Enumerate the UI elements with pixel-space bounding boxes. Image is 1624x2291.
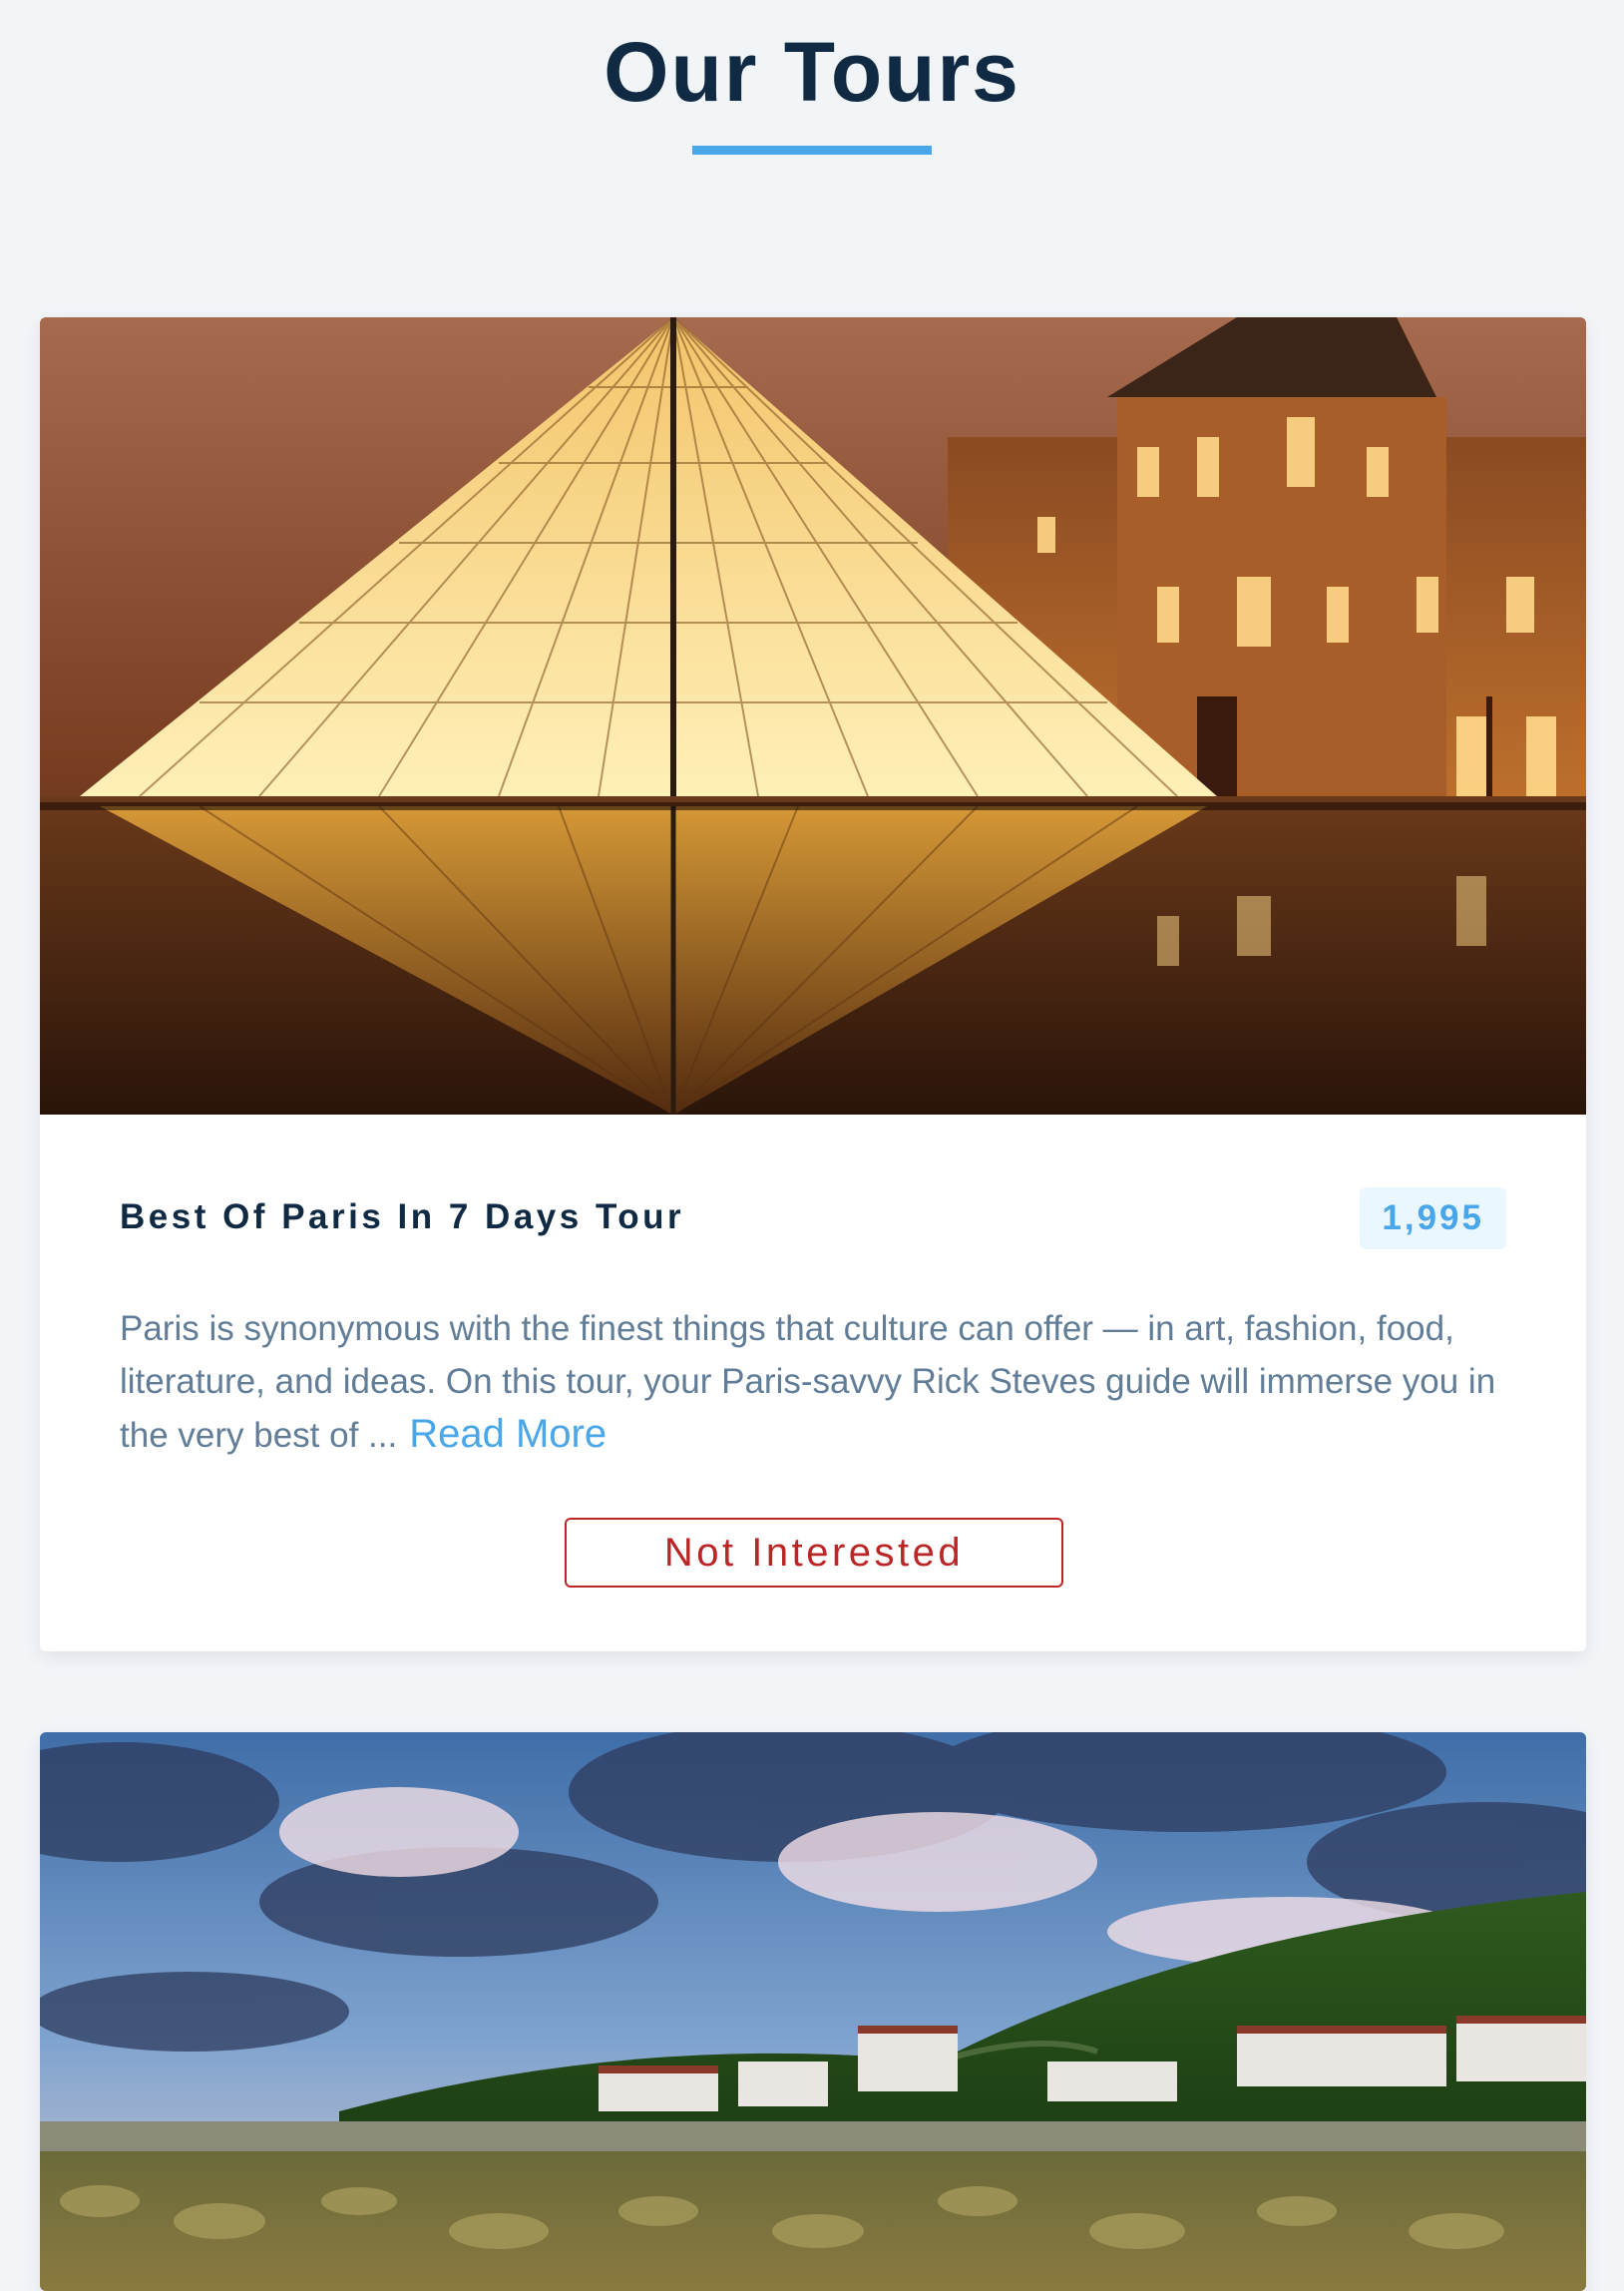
tour-image-coastal-village: [40, 1732, 1586, 2291]
section-title: Our Tours: [0, 0, 1624, 155]
tour-card: Best Of Paris In 7 Days Tour 1,995 Paris…: [40, 317, 1586, 1651]
title-underline: [692, 146, 932, 155]
not-interested-button[interactable]: Not Interested: [565, 1518, 1063, 1588]
tour-card: [40, 1732, 1586, 2291]
tour-name: Best Of Paris In 7 Days Tour: [120, 1197, 685, 1236]
tour-description: Paris is synonymous with the finest thin…: [120, 1302, 1510, 1462]
tour-price-badge: 1,995: [1360, 1187, 1506, 1249]
tour-description-text: Paris is synonymous with the finest thin…: [120, 1309, 1496, 1455]
tour-image-louvre-pyramid: [40, 317, 1586, 1115]
read-more-button[interactable]: Read More: [409, 1412, 607, 1456]
page-title: Our Tours: [604, 25, 1020, 119]
tour-header: Best Of Paris In 7 Days Tour 1,995: [120, 1187, 1506, 1249]
